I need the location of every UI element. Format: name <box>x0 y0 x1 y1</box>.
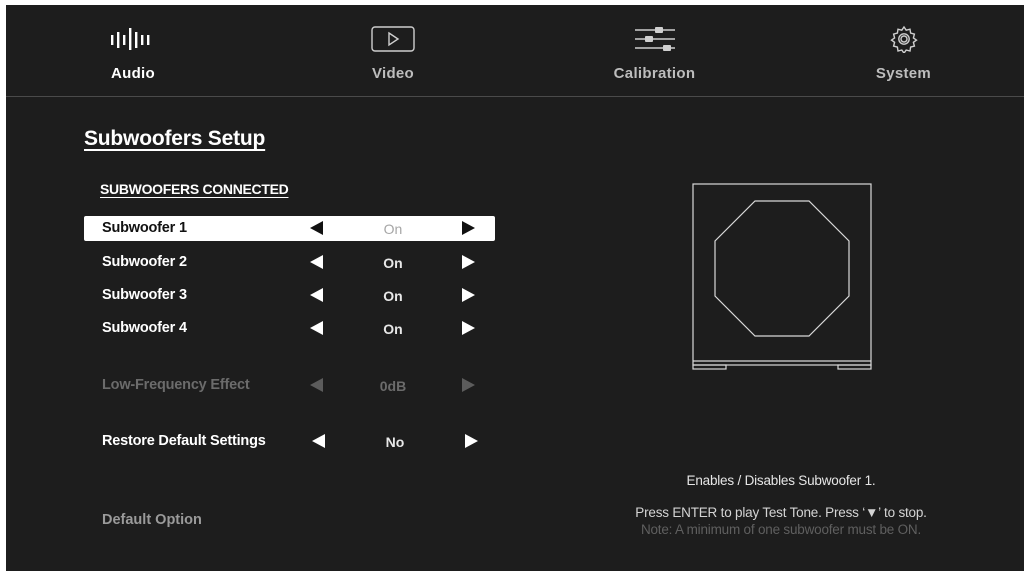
setting-value: On <box>383 321 403 337</box>
setting-row-low-frequency-effect: Low-Frequency Effect 0dB <box>84 373 495 398</box>
arrow-left-icon[interactable] <box>310 255 323 269</box>
setting-value: On <box>383 288 403 304</box>
gear-icon <box>889 25 918 53</box>
arrow-left-icon[interactable] <box>310 321 323 335</box>
page-title: Subwoofers Setup <box>84 127 266 150</box>
arrow-right-icon[interactable] <box>462 255 475 269</box>
setting-row-subwoofer-1[interactable]: Subwoofer 1 On <box>84 216 495 241</box>
help-description: Enables / Disables Subwoofer 1. <box>686 473 876 488</box>
setting-label: Subwoofer 2 <box>102 254 187 270</box>
sliders-icon <box>634 27 675 51</box>
tab-system-label: System <box>875 65 932 82</box>
arrow-right-icon[interactable] <box>462 221 475 235</box>
section-title: SUBWOOFERS CONNECTED <box>100 181 289 197</box>
tab-calibration[interactable]: Calibration <box>526 5 783 96</box>
setting-label: Subwoofer 4 <box>102 320 187 336</box>
setting-label: Subwoofer 3 <box>102 287 187 303</box>
arrow-right-icon[interactable] <box>465 434 478 448</box>
setting-row-subwoofer-2[interactable]: Subwoofer 2 On <box>84 250 495 275</box>
play-icon <box>371 26 415 52</box>
tab-audio[interactable]: Audio <box>6 5 260 96</box>
tab-video[interactable]: Video <box>260 5 526 96</box>
arrow-left-icon[interactable] <box>312 434 325 448</box>
setting-value: On <box>383 255 403 271</box>
av-receiver-setup-screen: Audio Video Calibration System Subwoofer… <box>6 5 1024 571</box>
arrow-right-icon <box>462 378 475 392</box>
setting-value: On <box>383 221 403 237</box>
tab-system[interactable]: System <box>783 5 1024 96</box>
top-navigation: Audio Video Calibration System <box>6 5 1024 96</box>
header-divider <box>6 96 1024 97</box>
setting-row-restore-defaults[interactable]: Restore Default Settings No <box>84 429 495 454</box>
arrow-right-icon[interactable] <box>462 321 475 335</box>
arrow-left-icon[interactable] <box>310 288 323 302</box>
tab-video-label: Video <box>371 65 415 82</box>
help-test-tone: Press ENTER to play Test Tone. Press ‘▼’… <box>635 505 927 520</box>
subwoofer-illustration <box>692 183 872 370</box>
setting-row-subwoofer-3[interactable]: Subwoofer 3 On <box>84 283 495 308</box>
default-option-label: Default Option <box>102 512 202 528</box>
tab-audio-label: Audio <box>111 65 155 82</box>
setting-value: 0dB <box>379 378 407 394</box>
setting-value: No <box>385 434 405 450</box>
tab-calibration-label: Calibration <box>613 65 696 82</box>
arrow-right-icon[interactable] <box>462 288 475 302</box>
setting-row-subwoofer-4[interactable]: Subwoofer 4 On <box>84 316 495 341</box>
audio-bars-icon <box>111 28 150 50</box>
setting-label: Low-Frequency Effect <box>102 377 250 393</box>
arrow-left-icon <box>310 378 323 392</box>
help-note: Note: A minimum of one subwoofer must be… <box>640 522 922 537</box>
setting-label: Restore Default Settings <box>102 433 266 449</box>
arrow-left-icon[interactable] <box>310 221 323 235</box>
setting-label: Subwoofer 1 <box>102 220 187 236</box>
